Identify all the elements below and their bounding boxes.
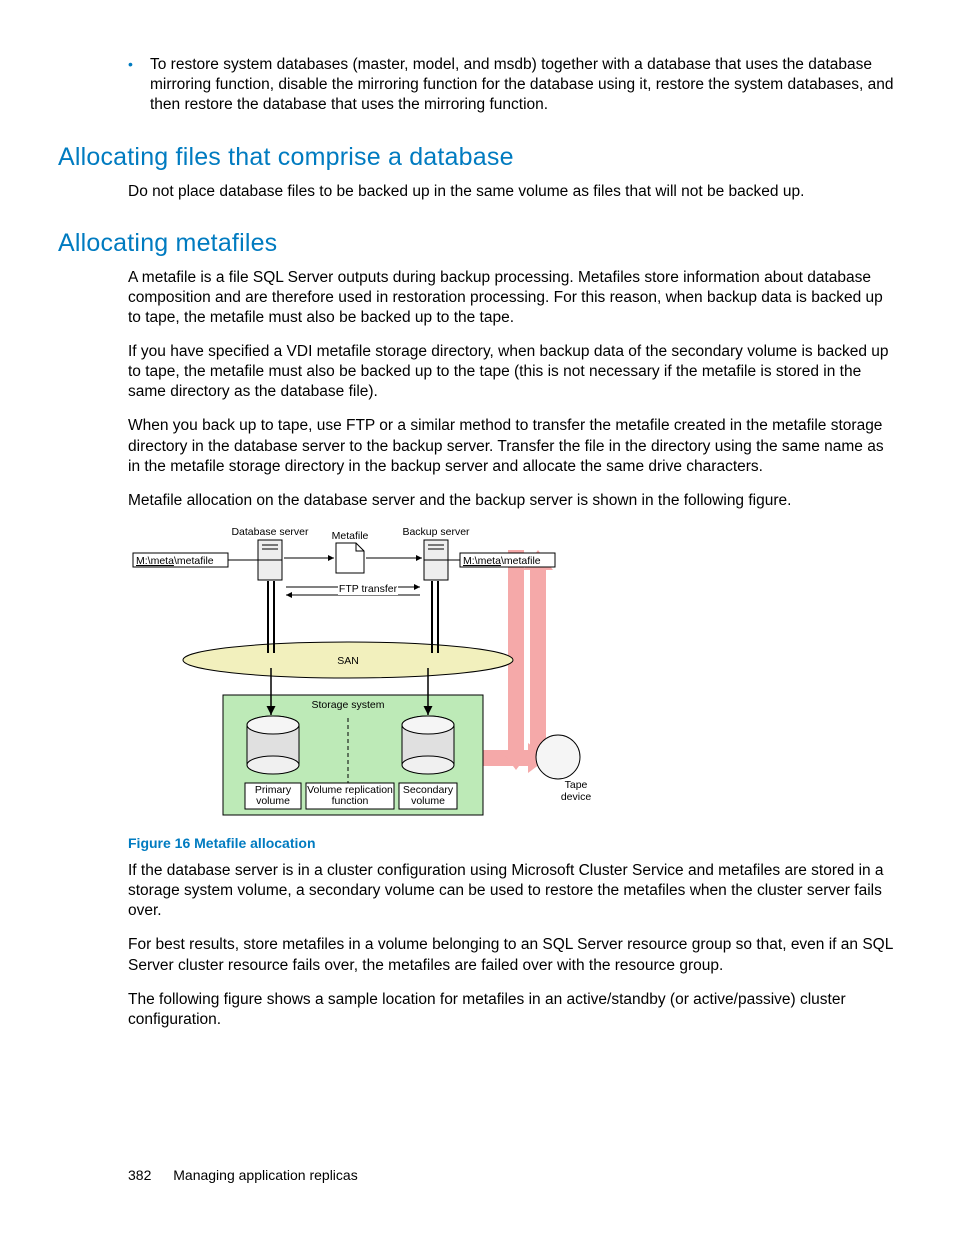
metafile-label: Metafile xyxy=(332,530,369,542)
heading-allocating-metafiles: Allocating metafiles xyxy=(58,229,896,258)
paragraph: A metafile is a file SQL Server outputs … xyxy=(128,268,896,328)
path-left-text: M:\meta\metafile xyxy=(136,555,214,567)
pvol-label-2: volume xyxy=(256,795,290,807)
secondary-volume xyxy=(402,716,454,774)
path-right-text: M:\meta\metafile xyxy=(463,555,541,567)
paragraph: When you back up to tape, use FTP or a s… xyxy=(128,416,896,476)
paragraph: If you have specified a VDI metafile sto… xyxy=(128,342,896,402)
footer-title: Managing application replicas xyxy=(173,1167,357,1183)
paragraph: The following figure shows a sample loca… xyxy=(128,990,896,1030)
page-number: 382 xyxy=(128,1167,151,1183)
primary-volume xyxy=(247,716,299,774)
svol-label-2: volume xyxy=(411,795,445,807)
figure-metafile-allocation: SAN Storage system Primary volume Volume… xyxy=(128,525,896,825)
figure-caption: Figure 16 Metafile allocation xyxy=(128,835,896,851)
backup-server-icon xyxy=(424,540,448,580)
heading-allocating-files: Allocating files that comprise a databas… xyxy=(58,143,896,172)
diagram-svg: SAN Storage system Primary volume Volume… xyxy=(128,525,628,825)
bk-server-label: Backup server xyxy=(402,526,470,538)
paragraph: If the database server is in a cluster c… xyxy=(128,861,896,921)
tape-device-icon xyxy=(536,735,580,779)
ftp-label: FTP transfer xyxy=(339,583,398,595)
vrf-label-2: function xyxy=(332,795,369,807)
metafile-icon xyxy=(336,543,364,573)
bullet-text: To restore system databases (master, mod… xyxy=(150,55,896,115)
paragraph: Do not place database files to be backed… xyxy=(128,182,896,202)
database-server-icon xyxy=(258,540,282,580)
page-footer: 382 Managing application replicas xyxy=(128,1167,358,1183)
tape-label-1: Tape xyxy=(565,779,588,791)
storage-label: Storage system xyxy=(312,699,385,711)
paragraph: For best results, store metafiles in a v… xyxy=(128,935,896,975)
bullet-icon: • xyxy=(128,55,150,115)
paragraph: Metafile allocation on the database serv… xyxy=(128,491,896,511)
db-server-label: Database server xyxy=(231,526,309,538)
tape-label-2: device xyxy=(561,791,592,803)
bullet-list: • To restore system databases (master, m… xyxy=(128,55,896,115)
list-item: • To restore system databases (master, m… xyxy=(128,55,896,115)
san-label: SAN xyxy=(337,655,359,667)
